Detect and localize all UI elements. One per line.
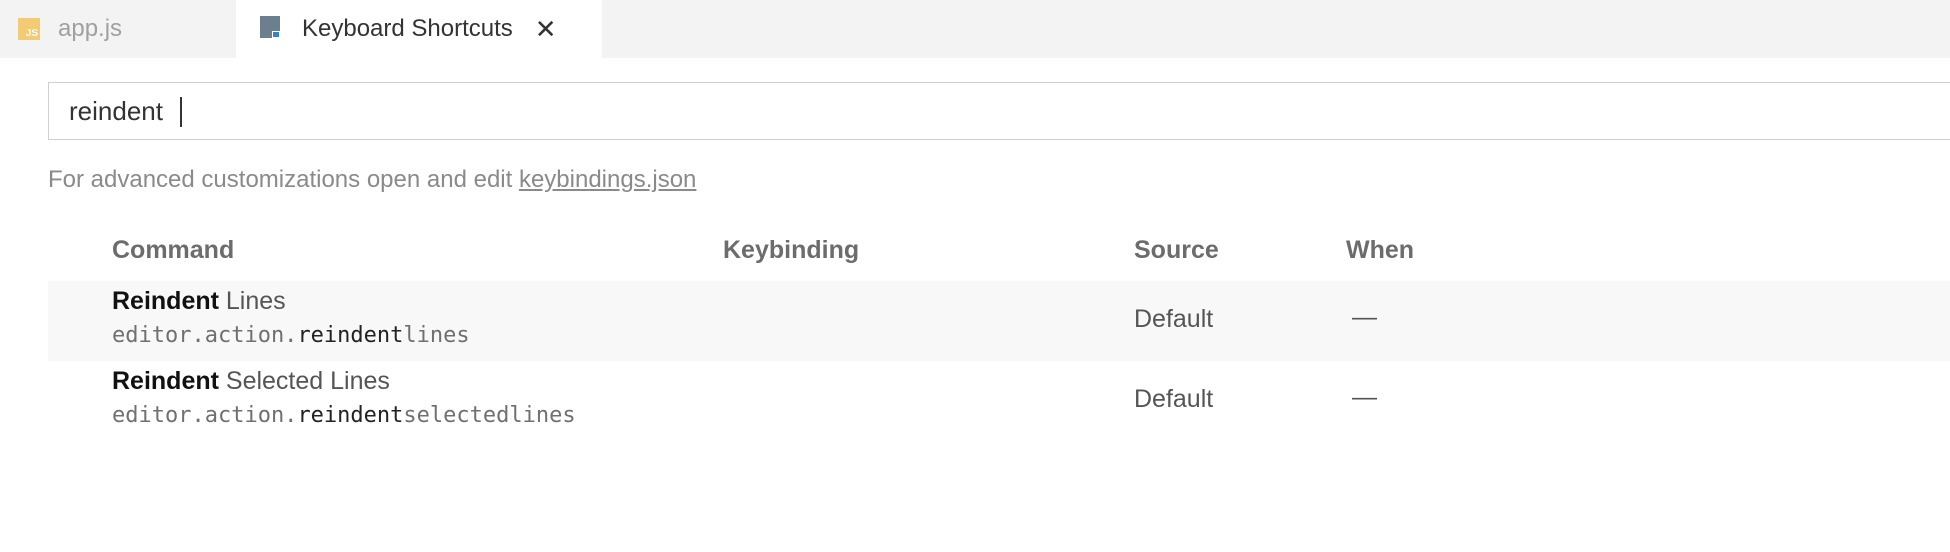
tab-app-js[interactable]: JS app.js [0, 0, 236, 58]
command-title-match: Reindent [112, 367, 219, 395]
table-row[interactable]: Reindent Selected Lines editor.action.re… [48, 361, 1950, 441]
source-cell: Default [1134, 385, 1214, 413]
command-id-rest: selectedlines [403, 403, 576, 428]
when-cell: — [1352, 383, 1377, 411]
command-id-match: reindent [297, 323, 404, 348]
command-id: editor.action.reindentlines [112, 323, 470, 348]
column-header-source[interactable]: Source [1134, 236, 1219, 265]
command-title: Reindent Selected Lines [112, 367, 390, 396]
command-title-rest: Selected Lines [218, 367, 390, 395]
editor-tab-bar: JS app.js Keyboard Shortcuts ✕ [0, 0, 1950, 58]
close-icon[interactable]: ✕ [535, 16, 557, 42]
command-title: Reindent Lines [112, 287, 286, 316]
command-title-match: Reindent [112, 287, 219, 315]
tab-keyboard-shortcuts[interactable]: Keyboard Shortcuts ✕ [236, 0, 602, 58]
table-row[interactable]: Reindent Lines editor.action.reindentlin… [48, 281, 1950, 361]
keyboard-shortcuts-icon [260, 16, 280, 38]
command-id: editor.action.reindentselectedlines [112, 403, 576, 428]
command-id-match: reindent [297, 403, 404, 428]
customization-hint: For advanced customizations open and edi… [48, 166, 696, 194]
keybindings-json-link[interactable]: keybindings.json [519, 166, 696, 193]
tab-label: app.js [58, 15, 123, 42]
command-id-prefix: editor.action. [112, 323, 298, 348]
command-id-prefix: editor.action. [112, 403, 298, 428]
column-header-command[interactable]: Command [112, 236, 234, 265]
search-input[interactable] [49, 83, 1950, 139]
keybindings-search-box [48, 82, 1950, 140]
hint-text: For advanced customizations open and edi… [48, 166, 519, 193]
source-cell: Default [1134, 305, 1214, 333]
text-caret [180, 97, 182, 127]
tab-label: Keyboard Shortcuts [302, 15, 513, 42]
column-header-when[interactable]: When [1346, 236, 1414, 265]
command-title-rest: Lines [218, 287, 286, 315]
when-cell: — [1352, 303, 1377, 331]
js-icon-label: JS [25, 28, 38, 39]
column-header-keybinding[interactable]: Keybinding [723, 236, 859, 265]
js-file-icon: JS [18, 18, 40, 40]
command-id-rest: lines [403, 323, 470, 348]
